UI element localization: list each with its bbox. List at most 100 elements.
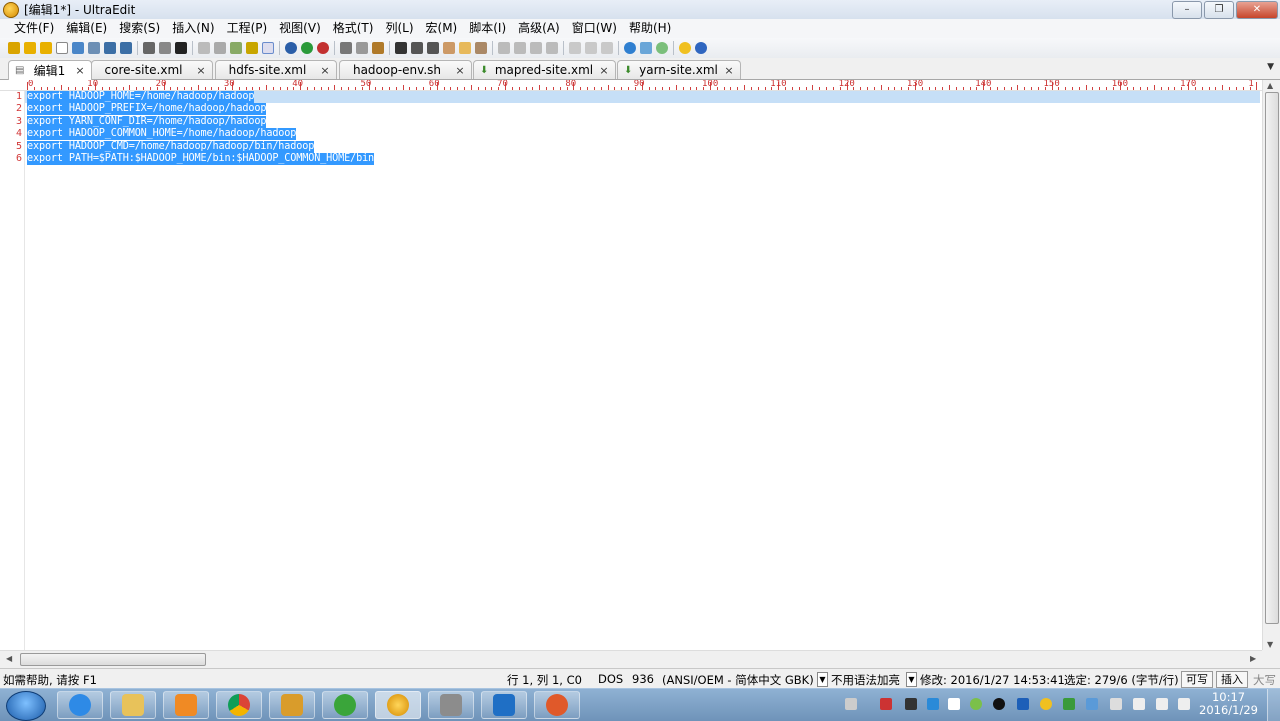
status-syntax-highlighting[interactable]: 不用语法加亮 (831, 672, 900, 688)
split-horizontal-icon[interactable] (569, 42, 581, 54)
windows-flag-icon[interactable] (948, 698, 960, 710)
find-prev-icon[interactable] (427, 42, 439, 54)
copy-icon[interactable] (356, 42, 368, 54)
tab-close-icon[interactable]: × (723, 64, 735, 77)
status-encoding[interactable]: (ANSI/OEM - 简体中文 GBK) (662, 672, 814, 688)
comment-icon[interactable] (530, 42, 542, 54)
printer-icon[interactable] (905, 698, 917, 710)
tab-close-icon[interactable]: × (74, 64, 86, 77)
menu-window[interactable]: 窗口(W) (566, 19, 623, 38)
save-icon[interactable] (104, 42, 116, 54)
replace-icon[interactable] (443, 42, 455, 54)
start-button[interactable] (6, 691, 46, 721)
tab-close-icon[interactable]: × (195, 64, 207, 77)
find-next-icon[interactable] (411, 42, 423, 54)
back-icon[interactable] (24, 42, 36, 54)
find-icon[interactable] (395, 42, 407, 54)
taskbar-media-player[interactable] (163, 691, 209, 719)
taskbar-file-explorer[interactable] (110, 691, 156, 719)
tab-close-icon[interactable]: × (454, 64, 466, 77)
security-shield-icon[interactable] (927, 698, 939, 710)
action-center-icon[interactable] (1110, 698, 1122, 710)
shield-icon[interactable] (1063, 698, 1075, 710)
upload-icon[interactable] (301, 42, 313, 54)
menu-search[interactable]: 搜索(S) (113, 19, 166, 38)
find-in-files-icon[interactable] (459, 42, 471, 54)
taskbar-ultraedit[interactable] (375, 691, 421, 719)
taskbar-refresh-browser[interactable] (322, 691, 368, 719)
scroll-left-icon[interactable]: ◀ (6, 654, 12, 663)
forward-icon[interactable] (40, 42, 52, 54)
paste-icon[interactable] (372, 42, 384, 54)
cascade-icon[interactable] (601, 42, 613, 54)
ftp-icon[interactable] (285, 42, 297, 54)
ultraedit-app-icon[interactable] (3, 1, 19, 18)
vertical-scroll-thumb[interactable] (1265, 92, 1279, 624)
status-line-ending[interactable]: DOS (598, 672, 623, 686)
hex-mode-icon[interactable] (246, 42, 258, 54)
outdent-icon[interactable] (514, 42, 526, 54)
close-file-icon[interactable] (88, 42, 100, 54)
taskbar-game[interactable] (534, 691, 580, 719)
tab-edit1[interactable]: ▤ 编辑1 × (8, 60, 92, 80)
menu-insert[interactable]: 插入(N) (166, 19, 220, 38)
maximize-button[interactable]: ❐ (1204, 1, 1234, 19)
open-project-icon[interactable] (8, 42, 20, 54)
taskbar-scanner[interactable] (428, 691, 474, 719)
save-all-icon[interactable] (120, 42, 132, 54)
system-clock[interactable]: 10:17 2016/1/29 (1199, 691, 1258, 717)
menu-script[interactable]: 脚本(I) (463, 19, 512, 38)
print-icon[interactable] (143, 42, 155, 54)
taskbar-internet-explorer[interactable] (57, 691, 103, 719)
tab-mapred-site[interactable]: ⬇ mapred-site.xml × (473, 60, 616, 79)
code-line[interactable]: export HADOOP_PREFIX=/home/hadoop/hadoop (27, 103, 266, 116)
menu-edit[interactable]: 编辑(E) (60, 19, 113, 38)
close-button[interactable]: ✕ (1236, 1, 1278, 19)
taskbar-network-share[interactable] (269, 691, 315, 719)
menu-help[interactable]: 帮助(H) (623, 19, 677, 38)
column-mode-icon[interactable] (230, 42, 242, 54)
tab-hdfs-site[interactable]: hdfs-site.xml × (215, 60, 337, 79)
split-vertical-icon[interactable] (585, 42, 597, 54)
open-file-icon[interactable] (72, 42, 84, 54)
encoding-dropdown-icon[interactable]: ▼ (817, 672, 828, 687)
tab-close-icon[interactable]: × (598, 64, 610, 77)
power-icon[interactable] (1133, 698, 1145, 710)
keyboard-icon[interactable] (845, 698, 857, 710)
spell-check-icon[interactable] (214, 42, 226, 54)
show-desktop-button[interactable] (1267, 689, 1280, 721)
code-line[interactable]: export HADOOP_CMD=/home/hadoop/hadoop/bi… (27, 140, 314, 153)
network-monitor-icon[interactable] (1086, 698, 1098, 710)
status-insert-mode[interactable]: 插入 (1216, 671, 1248, 688)
help-icon[interactable] (695, 42, 707, 54)
menu-advanced[interactable]: 高级(A) (512, 19, 566, 38)
code-line[interactable]: export PATH=$PATH:$HADOOP_HOME/bin:$HADO… (27, 153, 374, 165)
toggle-view-icon[interactable] (262, 42, 274, 54)
tab-hadoop-env[interactable]: hadoop-env.sh × (339, 60, 472, 79)
print-preview-icon[interactable] (159, 42, 171, 54)
bluetooth-icon[interactable] (1017, 698, 1029, 710)
network-signal-icon[interactable] (1178, 698, 1190, 710)
tip-lightbulb-icon[interactable] (679, 42, 691, 54)
tab-list-dropdown-icon[interactable]: ▼ (1267, 62, 1274, 72)
editor-area[interactable]: 123456 export HADOOP_HOME=/home/hadoop/h… (0, 91, 1262, 650)
cut-icon[interactable] (340, 42, 352, 54)
new-file-icon[interactable] (56, 42, 68, 54)
antivirus-icon[interactable] (880, 698, 892, 710)
uncomment-icon[interactable] (546, 42, 558, 54)
scroll-right-icon[interactable]: ▶ (1250, 654, 1256, 663)
taskbar-virtualbox[interactable] (481, 691, 527, 719)
word-wrap-icon[interactable] (198, 42, 210, 54)
scroll-up-icon[interactable]: ▲ (1267, 81, 1273, 90)
tab-yarn-site[interactable]: ⬇ yarn-site.xml × (617, 60, 741, 79)
minimize-button[interactable]: – (1172, 1, 1202, 19)
horizontal-scrollbar[interactable]: ◀ ▶ (0, 650, 1262, 668)
plus-icon[interactable] (1040, 698, 1052, 710)
horizontal-scroll-thumb[interactable] (20, 653, 206, 666)
scroll-down-icon[interactable]: ▼ (1267, 640, 1273, 649)
update-icon[interactable] (970, 698, 982, 710)
font-icon[interactable] (175, 42, 187, 54)
taskbar-chrome[interactable] (216, 691, 262, 719)
tab-close-icon[interactable]: × (319, 64, 331, 77)
refresh-icon[interactable] (656, 42, 668, 54)
